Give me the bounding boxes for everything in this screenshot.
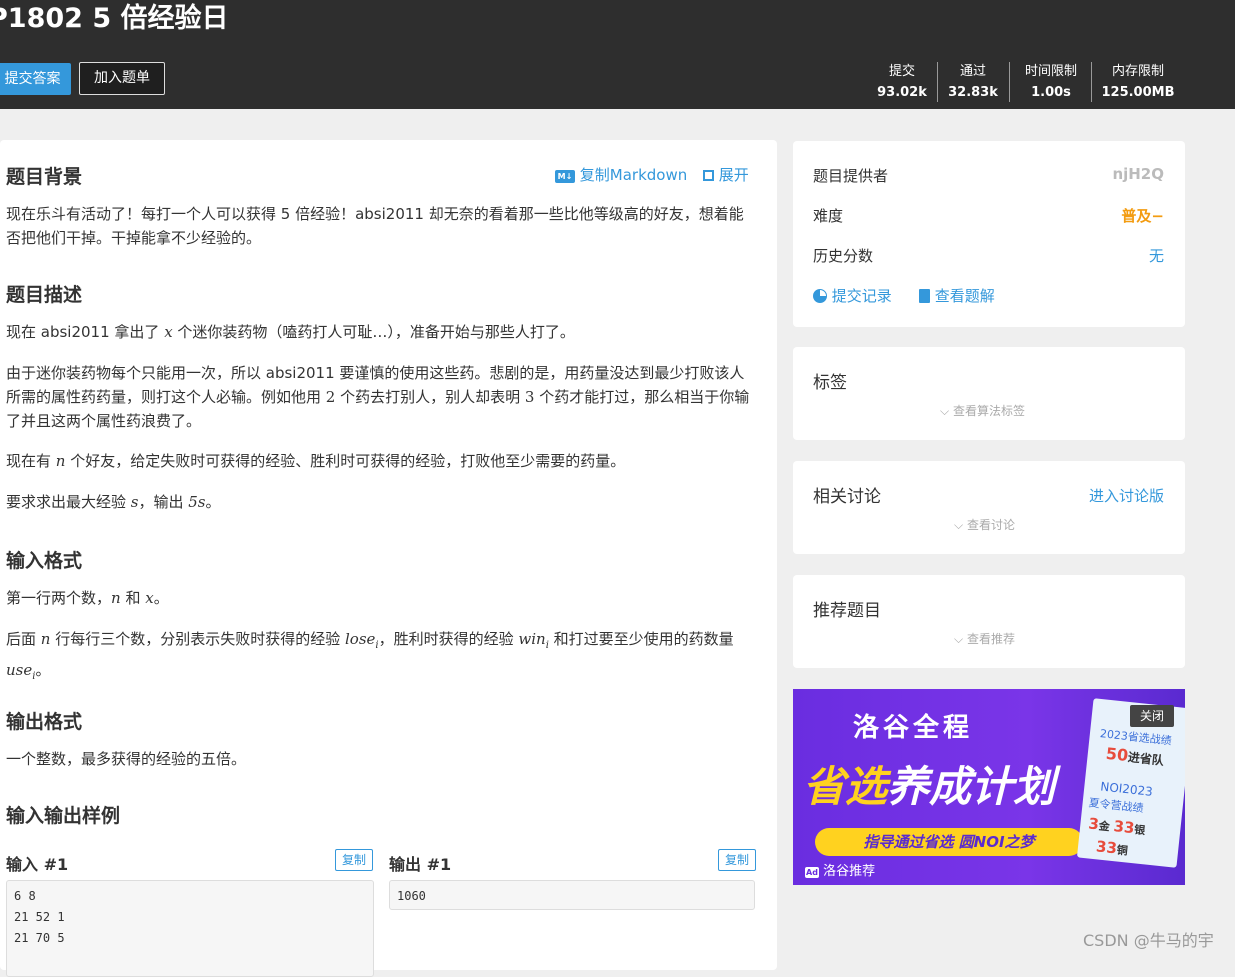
banner-headline: 省选养成计划: [803, 762, 1056, 811]
watermark: CSDN @牛马的宇: [1083, 931, 1214, 950]
discussion-card: [793, 461, 1185, 554]
chevron-down-icon: ⌵: [954, 632, 964, 646]
tags-title: 标签: [813, 373, 847, 393]
difficulty-label: 难度: [813, 207, 844, 225]
tags-card: [793, 347, 1185, 440]
discussion-title: 相关讨论: [813, 487, 881, 507]
promo-banner[interactable]: 洛谷全程 省选养成计划 指导通过省选 圆NOI之梦 2023省选战绩 50进省队…: [793, 689, 1185, 885]
expand-icon: [703, 170, 714, 181]
recommend-card: [793, 575, 1185, 668]
description-paragraph-2: 由于迷你装药物每个只能用一次，所以 absi2011 要谨慎的使用这些药。悲剧的…: [6, 364, 750, 430]
pie-chart-icon: [813, 289, 827, 303]
show-discussion-toggle[interactable]: ⌵ 查看讨论: [954, 516, 1015, 533]
chevron-down-icon: ⌵: [954, 518, 964, 532]
copy-output-button[interactable]: 复制: [718, 849, 756, 871]
output-format-text: 一个整数，最多获得的经验的五倍。: [6, 750, 247, 768]
submit-answer-button[interactable]: 提交答案: [0, 63, 71, 95]
stat-time-limit: 时间限制 1.00s: [1024, 64, 1077, 100]
sample-output-code: 1060: [389, 880, 755, 910]
copy-markdown-link[interactable]: M↓ 复制Markdown: [555, 164, 687, 185]
copy-input-button[interactable]: 复制: [335, 849, 373, 871]
description-paragraph-4: 要求求出最大经验 s，输出 5s。: [6, 493, 221, 511]
show-tags-toggle[interactable]: ⌵ 查看算法标签: [940, 402, 1025, 419]
description-paragraph-1: 现在 absi2011 拿出了 x 个迷你装药物（嗑药打人可耻…），准备开始与那…: [6, 323, 575, 341]
expand-link[interactable]: 展开: [703, 164, 749, 185]
markdown-icon: M↓: [555, 170, 575, 183]
section-title-samples: 输入输出样例: [6, 805, 121, 827]
provider-value[interactable]: njH2Q: [1112, 165, 1164, 183]
problem-header: P1802 5 倍经验日 提交答案 加入题单 提交 93.02k 通过 32.8…: [0, 0, 1235, 109]
luogu-logo: 洛谷全程: [853, 713, 974, 743]
code-line: 21 52 1: [14, 910, 65, 924]
stat-divider: [937, 62, 938, 102]
ad-footer-label: Ad 洛谷推荐: [805, 864, 876, 879]
sample-input-code: 6 8 21 52 1 21 70 5: [6, 880, 374, 977]
sample-output-label: 输出 #1: [389, 855, 452, 874]
code-line: 6 8: [14, 889, 36, 903]
history-score-value: 无: [1148, 247, 1164, 265]
sample-input-label: 输入 #1: [6, 855, 69, 874]
description-paragraph-3: 现在有 n 个好友，给定失败时可获得的经验、胜利时可获得的经验，打败他至少需要的…: [6, 452, 626, 470]
section-title-background: 题目背景: [6, 166, 83, 188]
show-recommend-toggle[interactable]: ⌵ 查看推荐: [954, 630, 1015, 647]
provider-label: 题目提供者: [813, 167, 889, 185]
add-to-list-button[interactable]: 加入题单: [79, 62, 165, 95]
problem-content-card: [0, 140, 777, 970]
submission-records-link[interactable]: 提交记录: [813, 285, 892, 306]
page-title: P1802 5 倍经验日: [0, 3, 229, 34]
code-line: 1060: [397, 889, 426, 903]
close-ad-button[interactable]: 关闭: [1130, 705, 1174, 727]
banner-slogan: 指导通过省选 圆NOI之梦: [815, 828, 1083, 856]
ad-icon: Ad: [805, 867, 819, 878]
code-line: 21 70 5: [14, 931, 65, 945]
book-icon: [919, 289, 930, 303]
recommend-title: 推荐题目: [813, 601, 881, 621]
stat-accepted: 通过 32.83k: [948, 64, 998, 100]
view-solutions-link[interactable]: 查看题解: [919, 285, 995, 306]
chevron-down-icon: ⌵: [940, 404, 950, 418]
enter-discussion-link[interactable]: 进入讨论版: [1089, 485, 1164, 506]
background-text: 现在乐斗有活动了！每打一个人可以获得 5 倍经验！absi2011 却无奈的看着…: [6, 205, 744, 247]
stat-divider: [1009, 62, 1010, 102]
history-score-label: 历史分数: [813, 247, 874, 265]
section-title-input-format: 输入格式: [6, 550, 83, 572]
section-title-description: 题目描述: [6, 284, 83, 306]
input-format-paragraph-1: 第一行两个数，n 和 x。: [6, 589, 169, 607]
input-format-paragraph-2: 后面 n 行每行三个数，分别表示失败时获得的经验 losei，胜利时获得的经验 …: [6, 630, 734, 682]
section-title-output-format: 输出格式: [6, 711, 83, 733]
stat-submissions: 提交 93.02k: [877, 64, 927, 100]
difficulty-value: 普及−: [1121, 207, 1164, 225]
stat-divider: [1091, 62, 1092, 102]
stat-memory-limit: 内存限制 125.00MB: [1101, 64, 1175, 100]
